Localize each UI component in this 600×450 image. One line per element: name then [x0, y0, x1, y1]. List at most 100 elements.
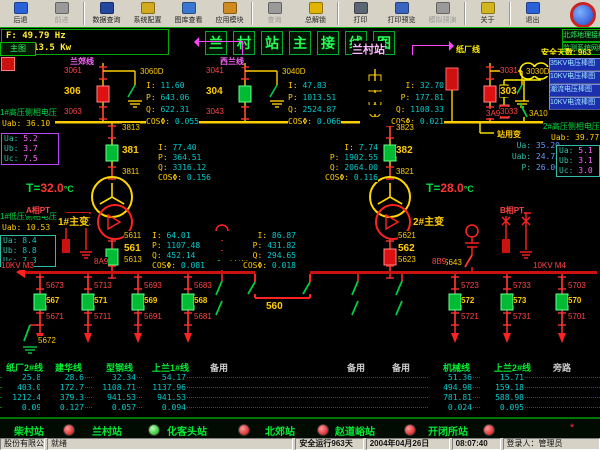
feeder-measurements: COSΦ: 0.055 — [146, 117, 199, 126]
flow-arrow-right-icon — [449, 41, 454, 51]
title-char: 站 — [261, 31, 283, 55]
about-icon — [481, 2, 495, 14]
disconnector-label: 5691 — [144, 312, 162, 321]
disconnector-label: 3043 — [206, 107, 224, 116]
feeder-value-i: 51.36 — [428, 373, 472, 382]
hv2-phase-box: Ua: 5.1Ub: 3.1Uc: 3.0 — [556, 145, 600, 177]
transformer-hv-measurements: COSΦ: 0.156 — [158, 173, 211, 182]
phase-voltage-row: Ua: 5.1 — [557, 146, 599, 156]
safe-days-field: 安全运行963天 — [295, 438, 363, 450]
single-line-diagram: 兰郊线306130630633060DI: 11.60P: 643.06Q: 6… — [0, 55, 600, 417]
bar-chart-button-3[interactable]: 潮流电压棒图 — [549, 84, 600, 97]
breaker-label: 573 — [513, 296, 526, 305]
toolbar-button-12[interactable]: 关于 — [467, 0, 508, 27]
phase-voltage-row: Ua: 5.2 — [2, 134, 58, 144]
toolbar-separator — [83, 2, 85, 25]
toolbar-button-11[interactable]: 模拟预演 — [422, 0, 463, 27]
toolbar-button-7[interactable]: 查询 — [254, 0, 295, 27]
breaker-569[interactable] — [132, 294, 144, 310]
breaker-571[interactable] — [82, 294, 94, 310]
main-map-button[interactable]: 主图 — [0, 42, 36, 56]
unlock-icon — [309, 2, 323, 14]
simulate-icon — [436, 2, 450, 14]
feeder-measurements: COSΦ: 0.066 — [288, 117, 341, 126]
breaker-381[interactable] — [106, 145, 118, 161]
toolbar-button-1[interactable]: 后退 — [0, 0, 41, 27]
toolbar-button-2[interactable]: 前进 — [41, 0, 82, 27]
transformer-name: 1#主变 — [58, 213, 89, 228]
toolbar-button-4[interactable]: 系统配置 — [127, 0, 168, 27]
pt-label: A相PT — [26, 205, 50, 216]
forward-icon — [55, 2, 69, 14]
breaker-label: 562 — [398, 243, 415, 254]
breaker-304[interactable] — [239, 86, 251, 102]
breaker-303[interactable] — [484, 86, 496, 102]
bottom-feeder-name[interactable]: 旁路 — [553, 361, 571, 374]
transformer-hv-measurements: COSΦ: 0.116 — [294, 173, 378, 182]
flow-line — [242, 41, 243, 56]
bar-chart-button-2[interactable]: 10KV电压棒图 — [549, 71, 600, 84]
earth-switch-label: 3040D — [282, 67, 306, 76]
station-link-1[interactable]: 柴村站 — [14, 423, 44, 438]
transformer-lv-measurements: COSΦ: 0.018 — [212, 261, 296, 270]
breaker-572[interactable] — [449, 294, 461, 310]
company-field: 股份有限公司 — [0, 438, 45, 450]
bar-chart-button-1[interactable]: 35KV电压棒图 — [549, 58, 600, 71]
breaker-567[interactable] — [34, 294, 46, 310]
station-link-2[interactable]: 兰村站 — [92, 423, 122, 438]
breaker-382[interactable] — [384, 145, 396, 161]
print-icon — [354, 2, 368, 14]
toolbar-button-8[interactable]: 总解锁 — [295, 0, 336, 27]
toolbar-button-3[interactable]: 数据查询 — [86, 0, 127, 27]
phase-voltage-row: Ub: 3.7 — [2, 144, 58, 154]
toolbar-button-10[interactable]: 打印预览 — [381, 0, 422, 27]
bottom-feeder-name[interactable]: 备用 — [347, 361, 365, 374]
alarm-indicator[interactable] — [1, 57, 15, 71]
hv1-phase-box: Ua: 5.2Ub: 3.7Uc: 7.5 — [1, 133, 59, 165]
breaker-306[interactable] — [97, 86, 109, 102]
lv1-uab: Uab: 10.53 — [2, 223, 50, 232]
breaker-label: 561 — [124, 243, 141, 254]
flow-line — [412, 45, 450, 46]
bottom-feeder-name[interactable]: 备用 — [392, 361, 410, 374]
transformer-lv-measurements: P: 431.82 — [212, 241, 296, 250]
feeder-value-cos: 0.127 — [40, 403, 84, 412]
station-link-6[interactable]: 开闭所站 — [428, 423, 468, 438]
temperature-readout: T=28.0°C — [426, 181, 474, 195]
phase-voltage-row: Ua: 8.4 — [1, 236, 55, 246]
station-link-4[interactable]: 北郊站 — [265, 423, 295, 438]
station-link-5[interactable]: 赵道峪站 — [335, 423, 375, 438]
breaker-570[interactable] — [556, 294, 568, 310]
phase-voltage-row: Ub: 3.1 — [557, 156, 599, 166]
hv1-uab: Uab: 36.10 — [2, 119, 50, 128]
title-char: 村 — [233, 31, 255, 55]
breaker-568[interactable] — [182, 294, 194, 310]
toolbar: 后退 前进 数据查询系统配置图库查看应用模块查询总解锁打印打印预览模拟预演关于退出 — [0, 0, 600, 28]
globe-icon[interactable] — [570, 2, 596, 28]
toolbar-button-5[interactable]: 图库查看 — [168, 0, 209, 27]
feeder-value-q: 781.81 — [428, 393, 472, 402]
transformer-hv-measurements: Q: 3316.12 — [158, 163, 206, 172]
geo-map-button[interactable]: 北郊地理接线图 — [562, 29, 600, 42]
feeder-value-p: 494.98 — [428, 383, 472, 392]
transformer-hv-measurements: P: 1902.55 — [294, 153, 378, 162]
feeder-value-q: 588.98 — [480, 393, 524, 402]
time-field: 08:07:40 — [452, 438, 501, 450]
bar-chart-button-4[interactable]: 10KV电流棒图 — [549, 97, 600, 110]
toolbar-button-13[interactable]: 退出 — [512, 0, 553, 27]
transformer-hv-measurements: P: 364.51 — [158, 153, 201, 162]
toolbar-button-6[interactable]: 应用模块 — [209, 0, 250, 27]
feeder-value-cos: 0.094 — [142, 403, 186, 412]
feeder-value-q: 941.53 — [142, 393, 186, 402]
toolbar-separator — [464, 2, 466, 25]
disconnector-label: 3031 — [500, 66, 518, 75]
toolbar-button-9[interactable]: 打印 — [340, 0, 381, 27]
toolbar-button-label: 后退 — [14, 15, 28, 25]
breaker-562[interactable] — [384, 249, 396, 265]
toolbar-button-label: 前进 — [55, 15, 69, 25]
breaker-573[interactable] — [501, 294, 513, 310]
station-nav-bar: * 柴村站兰村站化客头站北郊站赵道峪站开闭所站 — [0, 417, 600, 440]
bottom-feeder-name[interactable]: 备用 — [210, 361, 228, 374]
page-title: 兰村站主接线图 — [0, 31, 600, 55]
station-link-3[interactable]: 化客头站 — [167, 423, 207, 438]
